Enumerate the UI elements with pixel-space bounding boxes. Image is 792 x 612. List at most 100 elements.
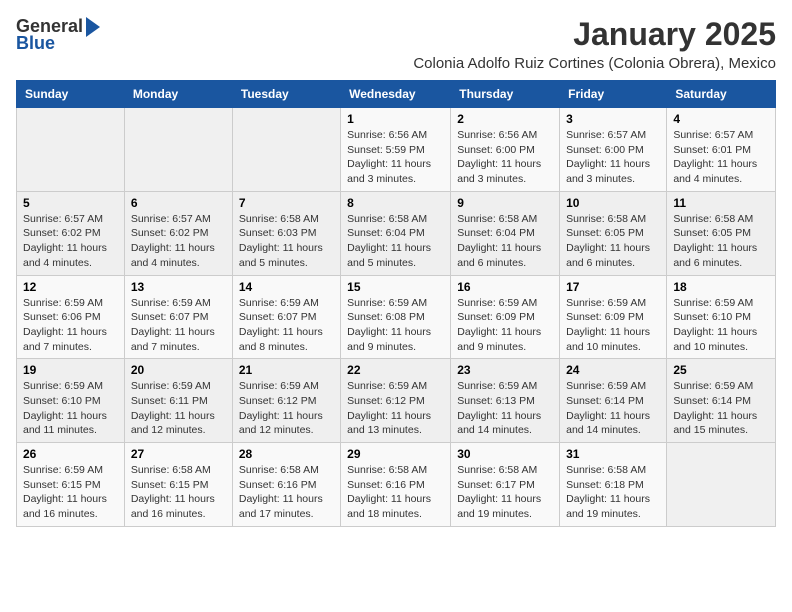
day-info: Sunrise: 6:58 AM Sunset: 6:04 PM Dayligh… bbox=[457, 212, 553, 271]
day-info: Sunrise: 6:58 AM Sunset: 6:04 PM Dayligh… bbox=[347, 212, 444, 271]
day-number: 31 bbox=[566, 447, 660, 461]
week-row-5: 26 Sunrise: 6:59 AM Sunset: 6:15 PM Dayli… bbox=[17, 443, 776, 527]
title-section: January 2025 Colonia Adolfo Ruiz Cortine… bbox=[413, 16, 776, 72]
day-number: 15 bbox=[347, 280, 444, 294]
day-info: Sunrise: 6:59 AM Sunset: 6:07 PM Dayligh… bbox=[131, 296, 226, 355]
calendar-cell: 28Sunrise: 6:58 AM Sunset: 6:16 PM Dayli… bbox=[232, 443, 340, 527]
weekday-header-friday: Friday bbox=[560, 81, 667, 108]
week-row-4: 19Sunrise: 6:59 AM Sunset: 6:10 PM Dayli… bbox=[17, 359, 776, 443]
calendar-cell: 18 Sunrise: 6:59 AM Sunset: 6:10 PM Dayli… bbox=[667, 275, 776, 359]
day-number: 20 bbox=[131, 363, 226, 377]
calendar-cell bbox=[667, 443, 776, 527]
calendar-cell: 31 Sunrise: 6:58 AM Sunset: 6:18 PM Dayli… bbox=[560, 443, 667, 527]
day-number: 12 bbox=[23, 280, 118, 294]
day-number: 3 bbox=[566, 112, 660, 126]
day-info: Sunrise: 6:59 AM Sunset: 6:14 PM Dayligh… bbox=[566, 379, 660, 438]
weekday-header-sunday: Sunday bbox=[17, 81, 125, 108]
calendar-cell: 19Sunrise: 6:59 AM Sunset: 6:10 PM Dayli… bbox=[17, 359, 125, 443]
calendar-cell: 11 Sunrise: 6:58 AM Sunset: 6:05 PM Dayli… bbox=[667, 191, 776, 275]
day-info: Sunrise: 6:57 AM Sunset: 6:02 PM Dayligh… bbox=[131, 212, 226, 271]
day-number: 27 bbox=[131, 447, 226, 461]
day-info: Sunrise: 6:58 AM Sunset: 6:16 PM Dayligh… bbox=[347, 463, 444, 522]
calendar-cell bbox=[17, 108, 125, 192]
day-info: Sunrise: 6:59 AM Sunset: 6:09 PM Dayligh… bbox=[457, 296, 553, 355]
day-number: 25 bbox=[673, 363, 769, 377]
calendar-cell: 14 Sunrise: 6:59 AM Sunset: 6:07 PM Dayli… bbox=[232, 275, 340, 359]
day-number: 18 bbox=[673, 280, 769, 294]
day-number: 30 bbox=[457, 447, 553, 461]
calendar-cell: 3 Sunrise: 6:57 AM Sunset: 6:00 PM Daylig… bbox=[560, 108, 667, 192]
calendar-cell: 15 Sunrise: 6:59 AM Sunset: 6:08 PM Dayli… bbox=[341, 275, 451, 359]
calendar-cell: 7Sunrise: 6:58 AM Sunset: 6:03 PM Daylig… bbox=[232, 191, 340, 275]
day-info: Sunrise: 6:58 AM Sunset: 6:17 PM Dayligh… bbox=[457, 463, 553, 522]
day-info: Sunrise: 6:58 AM Sunset: 6:05 PM Dayligh… bbox=[566, 212, 660, 271]
weekday-header-tuesday: Tuesday bbox=[232, 81, 340, 108]
day-info: Sunrise: 6:59 AM Sunset: 6:15 PM Dayligh… bbox=[23, 463, 118, 522]
day-number: 7 bbox=[239, 196, 334, 210]
day-number: 9 bbox=[457, 196, 553, 210]
day-number: 16 bbox=[457, 280, 553, 294]
calendar-cell: 16 Sunrise: 6:59 AM Sunset: 6:09 PM Dayli… bbox=[451, 275, 560, 359]
day-info: Sunrise: 6:58 AM Sunset: 6:18 PM Dayligh… bbox=[566, 463, 660, 522]
day-number: 17 bbox=[566, 280, 660, 294]
day-number: 13 bbox=[131, 280, 226, 294]
calendar-cell: 10 Sunrise: 6:58 AM Sunset: 6:05 PM Dayli… bbox=[560, 191, 667, 275]
day-info: Sunrise: 6:58 AM Sunset: 6:15 PM Dayligh… bbox=[131, 463, 226, 522]
day-info: Sunrise: 6:57 AM Sunset: 6:02 PM Dayligh… bbox=[23, 212, 118, 271]
calendar-cell: 2Sunrise: 6:56 AM Sunset: 6:00 PM Daylig… bbox=[451, 108, 560, 192]
day-number: 23 bbox=[457, 363, 553, 377]
day-info: Sunrise: 6:59 AM Sunset: 6:10 PM Dayligh… bbox=[673, 296, 769, 355]
calendar-cell: 29 Sunrise: 6:58 AM Sunset: 6:16 PM Dayli… bbox=[341, 443, 451, 527]
calendar-cell: 27 Sunrise: 6:58 AM Sunset: 6:15 PM Dayli… bbox=[124, 443, 232, 527]
calendar-cell: 4 Sunrise: 6:57 AM Sunset: 6:01 PM Daylig… bbox=[667, 108, 776, 192]
day-info: Sunrise: 6:59 AM Sunset: 6:08 PM Dayligh… bbox=[347, 296, 444, 355]
day-number: 5 bbox=[23, 196, 118, 210]
calendar-cell: 6 Sunrise: 6:57 AM Sunset: 6:02 PM Daylig… bbox=[124, 191, 232, 275]
calendar-cell: 8 Sunrise: 6:58 AM Sunset: 6:04 PM Daylig… bbox=[341, 191, 451, 275]
day-number: 6 bbox=[131, 196, 226, 210]
calendar: SundayMondayTuesdayWednesdayThursdayFrid… bbox=[16, 80, 776, 527]
day-number: 8 bbox=[347, 196, 444, 210]
subtitle: Colonia Adolfo Ruiz Cortines (Colonia Ob… bbox=[413, 55, 776, 72]
logo-blue: Blue bbox=[16, 33, 55, 54]
day-info: Sunrise: 6:56 AM Sunset: 6:00 PM Dayligh… bbox=[457, 128, 553, 187]
day-info: Sunrise: 6:59 AM Sunset: 6:14 PM Dayligh… bbox=[673, 379, 769, 438]
day-number: 21 bbox=[239, 363, 334, 377]
calendar-cell bbox=[232, 108, 340, 192]
calendar-cell: 30 Sunrise: 6:58 AM Sunset: 6:17 PM Dayli… bbox=[451, 443, 560, 527]
day-number: 4 bbox=[673, 112, 769, 126]
weekday-header-thursday: Thursday bbox=[451, 81, 560, 108]
logo: General Blue bbox=[16, 16, 100, 54]
day-info: Sunrise: 6:59 AM Sunset: 6:11 PM Dayligh… bbox=[131, 379, 226, 438]
day-number: 26 bbox=[23, 447, 118, 461]
day-number: 10 bbox=[566, 196, 660, 210]
main-title: January 2025 bbox=[413, 16, 776, 53]
day-info: Sunrise: 6:59 AM Sunset: 6:10 PM Dayligh… bbox=[23, 379, 118, 438]
calendar-cell: 12Sunrise: 6:59 AM Sunset: 6:06 PM Dayli… bbox=[17, 275, 125, 359]
day-number: 1 bbox=[347, 112, 444, 126]
day-number: 29 bbox=[347, 447, 444, 461]
calendar-cell: 13 Sunrise: 6:59 AM Sunset: 6:07 PM Dayli… bbox=[124, 275, 232, 359]
calendar-cell: 1 Sunrise: 6:56 AM Sunset: 5:59 PM Daylig… bbox=[341, 108, 451, 192]
day-number: 14 bbox=[239, 280, 334, 294]
calendar-cell bbox=[124, 108, 232, 192]
weekday-header-row: SundayMondayTuesdayWednesdayThursdayFrid… bbox=[17, 81, 776, 108]
week-row-3: 12Sunrise: 6:59 AM Sunset: 6:06 PM Dayli… bbox=[17, 275, 776, 359]
day-info: Sunrise: 6:57 AM Sunset: 6:00 PM Dayligh… bbox=[566, 128, 660, 187]
calendar-cell: 25 Sunrise: 6:59 AM Sunset: 6:14 PM Dayli… bbox=[667, 359, 776, 443]
calendar-cell: 20 Sunrise: 6:59 AM Sunset: 6:11 PM Dayli… bbox=[124, 359, 232, 443]
day-info: Sunrise: 6:59 AM Sunset: 6:13 PM Dayligh… bbox=[457, 379, 553, 438]
day-info: Sunrise: 6:57 AM Sunset: 6:01 PM Dayligh… bbox=[673, 128, 769, 187]
day-number: 11 bbox=[673, 196, 769, 210]
header: General Blue January 2025 Colonia Adolfo… bbox=[16, 16, 776, 72]
weekday-header-monday: Monday bbox=[124, 81, 232, 108]
day-number: 24 bbox=[566, 363, 660, 377]
week-row-1: 1 Sunrise: 6:56 AM Sunset: 5:59 PM Daylig… bbox=[17, 108, 776, 192]
calendar-cell: 22Sunrise: 6:59 AM Sunset: 6:12 PM Dayli… bbox=[341, 359, 451, 443]
week-row-2: 5 Sunrise: 6:57 AM Sunset: 6:02 PM Daylig… bbox=[17, 191, 776, 275]
day-info: Sunrise: 6:59 AM Sunset: 6:07 PM Dayligh… bbox=[239, 296, 334, 355]
day-info: Sunrise: 6:56 AM Sunset: 5:59 PM Dayligh… bbox=[347, 128, 444, 187]
day-info: Sunrise: 6:58 AM Sunset: 6:05 PM Dayligh… bbox=[673, 212, 769, 271]
day-number: 28 bbox=[239, 447, 334, 461]
day-info: Sunrise: 6:59 AM Sunset: 6:12 PM Dayligh… bbox=[347, 379, 444, 438]
